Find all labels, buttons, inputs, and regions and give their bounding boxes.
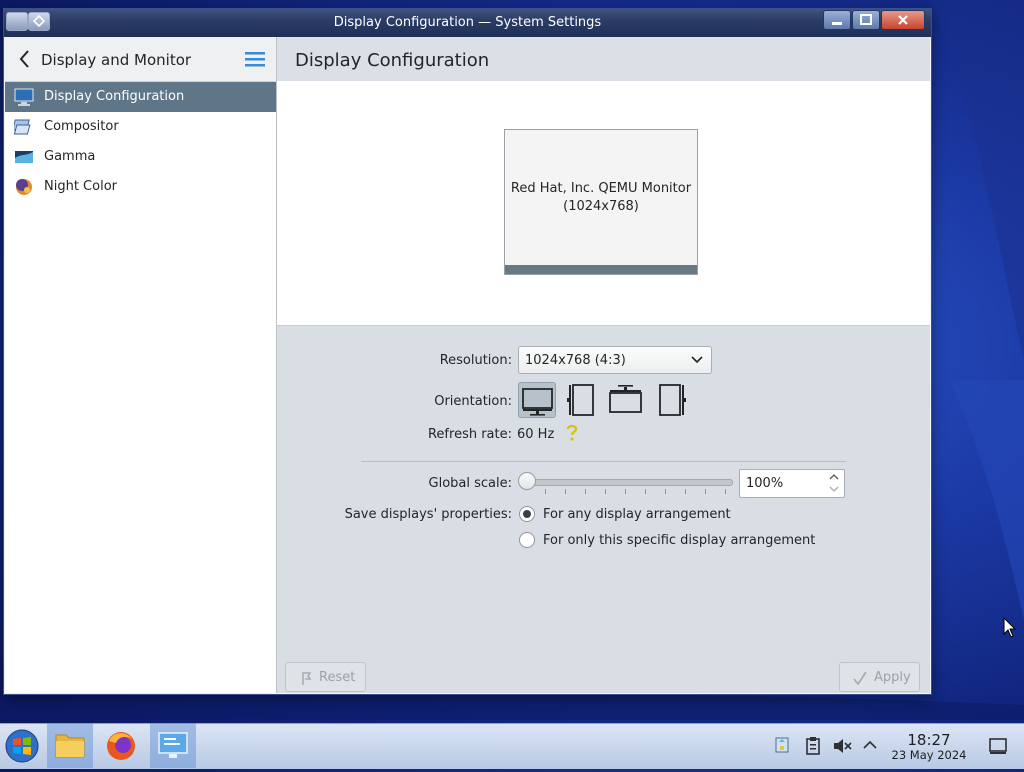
radio-any-arrangement-label[interactable]: For any display arrangement xyxy=(543,507,731,522)
page-title: Display Configuration xyxy=(295,50,490,71)
back-arrow-icon[interactable] xyxy=(17,49,33,69)
slider-tick xyxy=(665,489,666,494)
slider-tick xyxy=(565,489,566,494)
monitor-preview[interactable]: Red Hat, Inc. QEMU Monitor (1024x768) xyxy=(504,129,698,275)
clipboard-icon[interactable] xyxy=(804,736,822,756)
global-scale-slider-handle[interactable] xyxy=(518,472,536,490)
sidebar: Display and Monitor Display Configuratio… xyxy=(5,37,277,693)
checkmark-icon xyxy=(853,671,867,686)
orientation-portrait-right-button[interactable] xyxy=(652,382,690,418)
display-preview-area: Red Hat, Inc. QEMU Monitor (1024x768) xyxy=(277,81,930,326)
system-settings-window: Display Configuration — System Settings … xyxy=(4,9,931,694)
global-scale-slider-track[interactable] xyxy=(527,479,733,486)
sidebar-item-display-configuration[interactable]: Display Configuration xyxy=(5,82,276,112)
taskbar-firefox[interactable] xyxy=(98,723,144,768)
apply-button[interactable]: Apply xyxy=(839,662,920,692)
radio-selected-dot xyxy=(523,510,531,518)
monitor-preview-bar xyxy=(505,265,697,274)
taskbar-system-settings[interactable] xyxy=(150,723,196,768)
spin-down-icon[interactable] xyxy=(829,485,839,493)
reset-button-label: Reset xyxy=(319,670,356,685)
minimize-button[interactable] xyxy=(823,10,851,30)
sidebar-item-night-color[interactable]: Night Color xyxy=(5,172,276,202)
resolution-label: Resolution: xyxy=(439,353,512,368)
inverted-icon xyxy=(609,385,642,413)
window-title: Display Configuration — System Settings xyxy=(333,15,602,30)
save-properties-label: Save displays' properties: xyxy=(344,507,512,522)
clock-time[interactable]: 18:27 xyxy=(880,731,978,749)
chevron-up-icon[interactable] xyxy=(862,738,878,752)
orientation-inverted-button[interactable] xyxy=(607,382,645,418)
volume-muted-icon[interactable] xyxy=(832,736,852,756)
main-panel: Display Configuration Red Hat, Inc. QEMU… xyxy=(277,37,930,693)
slider-tick xyxy=(605,489,606,494)
resolution-value: 1024x768 (4:3) xyxy=(525,353,626,368)
spin-up-icon[interactable] xyxy=(829,473,839,481)
compositor-icon xyxy=(14,119,31,135)
apply-button-label: Apply xyxy=(874,670,911,685)
window-titlebar[interactable]: Display Configuration — System Settings xyxy=(4,9,931,37)
resolution-dropdown[interactable]: 1024x768 (4:3) xyxy=(518,346,712,374)
orientation-portrait-left-button[interactable] xyxy=(563,382,601,418)
help-icon[interactable] xyxy=(565,424,579,442)
slider-tick xyxy=(705,489,706,494)
radio-specific-arrangement-label[interactable]: For only this specific display arrangeme… xyxy=(543,533,815,548)
section-divider xyxy=(361,461,846,462)
sidebar-header: Display and Monitor xyxy=(5,37,276,82)
start-menu-icon[interactable] xyxy=(4,728,40,764)
monitor-resolution: (1024x768) xyxy=(563,199,639,214)
main-header: Display Configuration xyxy=(277,37,930,82)
mouse-cursor-icon xyxy=(1003,617,1017,638)
slider-tick xyxy=(585,489,586,494)
update-notifier-icon[interactable] xyxy=(774,736,792,756)
night-color-icon xyxy=(16,179,32,195)
global-scale-value: 100% xyxy=(746,476,784,491)
chevron-down-icon xyxy=(691,356,703,364)
radio-specific-arrangement[interactable] xyxy=(519,532,535,548)
clock-date[interactable]: 23 May 2024 xyxy=(880,748,978,762)
hamburger-menu-icon[interactable] xyxy=(245,51,265,67)
global-scale-spinbox[interactable]: 100% xyxy=(739,469,845,498)
slider-tick xyxy=(545,489,546,494)
sidebar-item-label: Gamma xyxy=(44,149,96,164)
radio-any-arrangement[interactable] xyxy=(519,506,535,522)
system-settings-icon xyxy=(158,732,188,758)
refresh-rate-value: 60 Hz xyxy=(517,427,555,442)
reset-icon xyxy=(302,672,312,685)
maximize-button[interactable] xyxy=(852,10,880,30)
sidebar-item-compositor[interactable]: Compositor xyxy=(5,112,276,142)
portrait-left-icon xyxy=(567,384,594,416)
reset-button[interactable]: Reset xyxy=(285,662,366,692)
taskbar-file-manager[interactable] xyxy=(47,723,93,768)
sidebar-item-gamma[interactable]: Gamma xyxy=(5,142,276,172)
slider-tick xyxy=(625,489,626,494)
sidebar-item-label: Night Color xyxy=(44,179,117,194)
orientation-label: Orientation: xyxy=(434,394,512,409)
slider-tick xyxy=(645,489,646,494)
portrait-right-icon xyxy=(659,384,686,416)
landscape-icon xyxy=(522,388,553,416)
monitor-name: Red Hat, Inc. QEMU Monitor xyxy=(510,181,692,196)
display-icon xyxy=(14,88,34,106)
sidebar-title: Display and Monitor xyxy=(41,51,192,69)
show-desktop-icon[interactable] xyxy=(988,736,1008,756)
sidebar-item-label: Display Configuration xyxy=(44,89,185,104)
slider-tick xyxy=(685,489,686,494)
folder-icon xyxy=(55,734,85,758)
firefox-icon xyxy=(107,732,135,760)
orientation-landscape-button[interactable] xyxy=(518,382,556,418)
gamma-icon xyxy=(15,151,33,163)
sidebar-item-label: Compositor xyxy=(44,119,119,134)
slider-tick xyxy=(725,489,726,494)
global-scale-label: Global scale: xyxy=(428,476,512,491)
close-button[interactable] xyxy=(881,10,925,30)
refresh-rate-label: Refresh rate: xyxy=(427,427,512,442)
